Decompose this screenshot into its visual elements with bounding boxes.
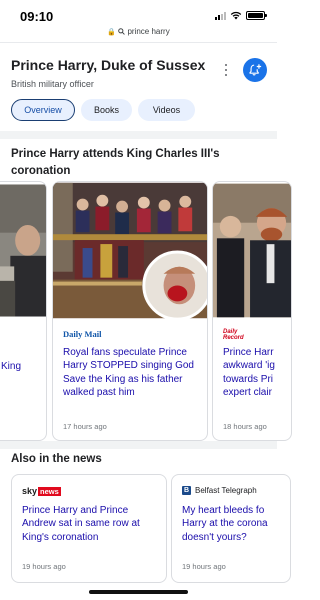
- story-time: 17 hours ago: [63, 422, 107, 431]
- belfast-telegraph-icon: B: [182, 486, 191, 495]
- also-in-news-heading: Also in the news: [11, 453, 102, 465]
- status-time: 09:10: [20, 9, 54, 24]
- news-card[interactable]: sky news Prince Harry and Prince Andrew s…: [11, 474, 167, 583]
- story-thumbnail: [0, 184, 46, 317]
- top-stories-heading: Prince Harry attends King Charles III's …: [11, 148, 220, 177]
- story-headline[interactable]: Prince Harr awkward 'ig towards Pri expe…: [223, 346, 285, 399]
- belfast-telegraph-source: B Belfast Telegraph: [182, 486, 257, 495]
- entity-tabs: Overview Books Videos: [11, 99, 195, 121]
- url-query: prince harry: [127, 27, 170, 36]
- story-card[interactable]: Daily Mail Royal fans speculate Prince H…: [52, 181, 208, 441]
- header-divider: [0, 42, 277, 43]
- news-headline[interactable]: My heart bleeds fo Harry at the corona d…: [182, 504, 282, 544]
- story-card[interactable]: King: [0, 181, 47, 441]
- story-thumbnail: [53, 182, 207, 319]
- url-bar[interactable]: 🔒 prince harry: [0, 27, 277, 41]
- bell-plus-icon: [249, 64, 262, 76]
- tab-overview[interactable]: Overview: [11, 99, 75, 121]
- story-thumbnail: [213, 183, 291, 318]
- entity-title: Prince Harry, Duke of Sussex: [11, 57, 206, 73]
- story-headline[interactable]: King: [1, 360, 21, 373]
- lock-icon: 🔒: [107, 29, 116, 36]
- sky-news-logo: sky news: [22, 486, 61, 496]
- daily-mail-logo: Daily Mail: [63, 329, 102, 339]
- entity-subtitle: British military officer: [11, 79, 94, 89]
- daily-record-logo: Daily Record: [223, 329, 244, 341]
- cellular-signal-icon: [215, 11, 226, 20]
- wifi-icon: [230, 11, 242, 20]
- story-card[interactable]: Daily Record Prince Harr awkward 'ig tow…: [212, 181, 292, 441]
- tab-books[interactable]: Books: [81, 99, 132, 121]
- news-time: 19 hours ago: [182, 562, 226, 571]
- story-time: 18 hours ago: [223, 422, 267, 431]
- battery-icon: [246, 11, 267, 20]
- search-icon: [118, 28, 126, 35]
- follow-notify-button[interactable]: [243, 58, 267, 82]
- more-vert-icon[interactable]: [222, 62, 230, 78]
- news-card[interactable]: B Belfast Telegraph My heart bleeds fo H…: [171, 474, 291, 583]
- home-indicator[interactable]: [89, 590, 188, 594]
- tab-videos[interactable]: Videos: [138, 99, 195, 121]
- news-time: 19 hours ago: [22, 562, 66, 571]
- section-divider: [0, 441, 277, 449]
- story-headline[interactable]: Royal fans speculate Prince Harry STOPPE…: [63, 346, 203, 399]
- status-bar: 09:10: [0, 0, 277, 30]
- news-headline[interactable]: Prince Harry and Prince Andrew sat in sa…: [22, 504, 162, 544]
- status-icons: [215, 11, 267, 20]
- section-divider: [0, 131, 277, 139]
